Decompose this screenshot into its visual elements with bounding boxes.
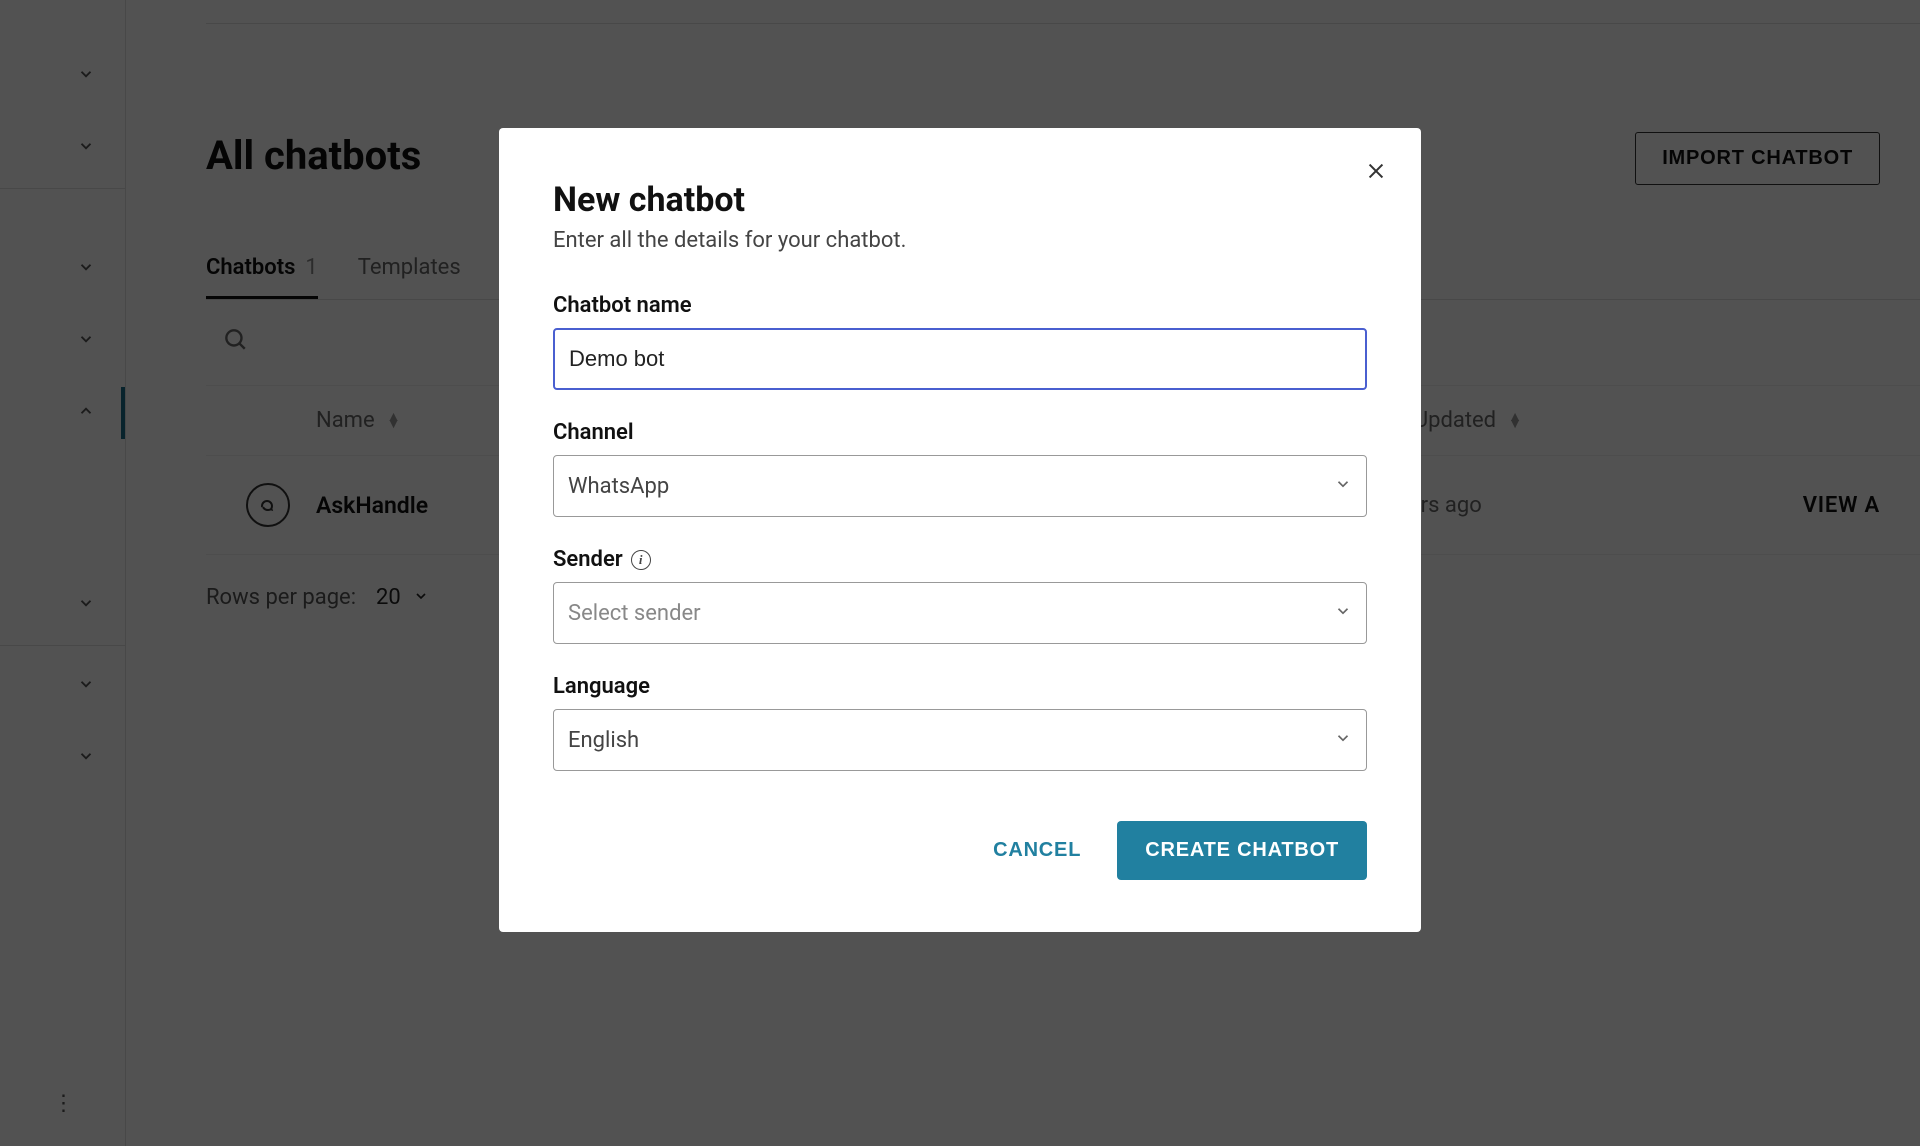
dialog-subtitle: Enter all the details for your chatbot. bbox=[553, 228, 1367, 253]
form-group-language: Language English bbox=[553, 674, 1367, 771]
close-icon bbox=[1365, 160, 1387, 182]
dialog-actions: CANCEL CREATE CHATBOT bbox=[553, 821, 1367, 880]
language-label: Language bbox=[553, 674, 1367, 699]
form-group-sender: Sender i Select sender bbox=[553, 547, 1367, 644]
create-chatbot-button[interactable]: CREATE CHATBOT bbox=[1117, 821, 1367, 880]
chatbot-name-label: Chatbot name bbox=[553, 293, 1367, 318]
chatbot-name-input[interactable] bbox=[553, 328, 1367, 390]
chevron-down-icon bbox=[1334, 475, 1352, 498]
channel-select[interactable]: WhatsApp bbox=[553, 455, 1367, 517]
language-select[interactable]: English bbox=[553, 709, 1367, 771]
new-chatbot-dialog: New chatbot Enter all the details for yo… bbox=[499, 128, 1421, 932]
sender-placeholder: Select sender bbox=[568, 601, 701, 626]
channel-value: WhatsApp bbox=[568, 474, 669, 499]
sender-label-text: Sender bbox=[553, 547, 623, 572]
dialog-title: New chatbot bbox=[553, 180, 1367, 220]
form-group-channel: Channel WhatsApp bbox=[553, 420, 1367, 517]
close-button[interactable] bbox=[1365, 160, 1387, 186]
sender-label: Sender i bbox=[553, 547, 1367, 572]
chevron-down-icon bbox=[1334, 729, 1352, 752]
cancel-button[interactable]: CANCEL bbox=[993, 839, 1081, 862]
chevron-down-icon bbox=[1334, 602, 1352, 625]
info-icon[interactable]: i bbox=[631, 550, 651, 570]
form-group-name: Chatbot name bbox=[553, 293, 1367, 390]
channel-label: Channel bbox=[553, 420, 1367, 445]
language-value: English bbox=[568, 728, 639, 753]
modal-overlay[interactable]: New chatbot Enter all the details for yo… bbox=[0, 0, 1920, 1146]
sender-select[interactable]: Select sender bbox=[553, 582, 1367, 644]
